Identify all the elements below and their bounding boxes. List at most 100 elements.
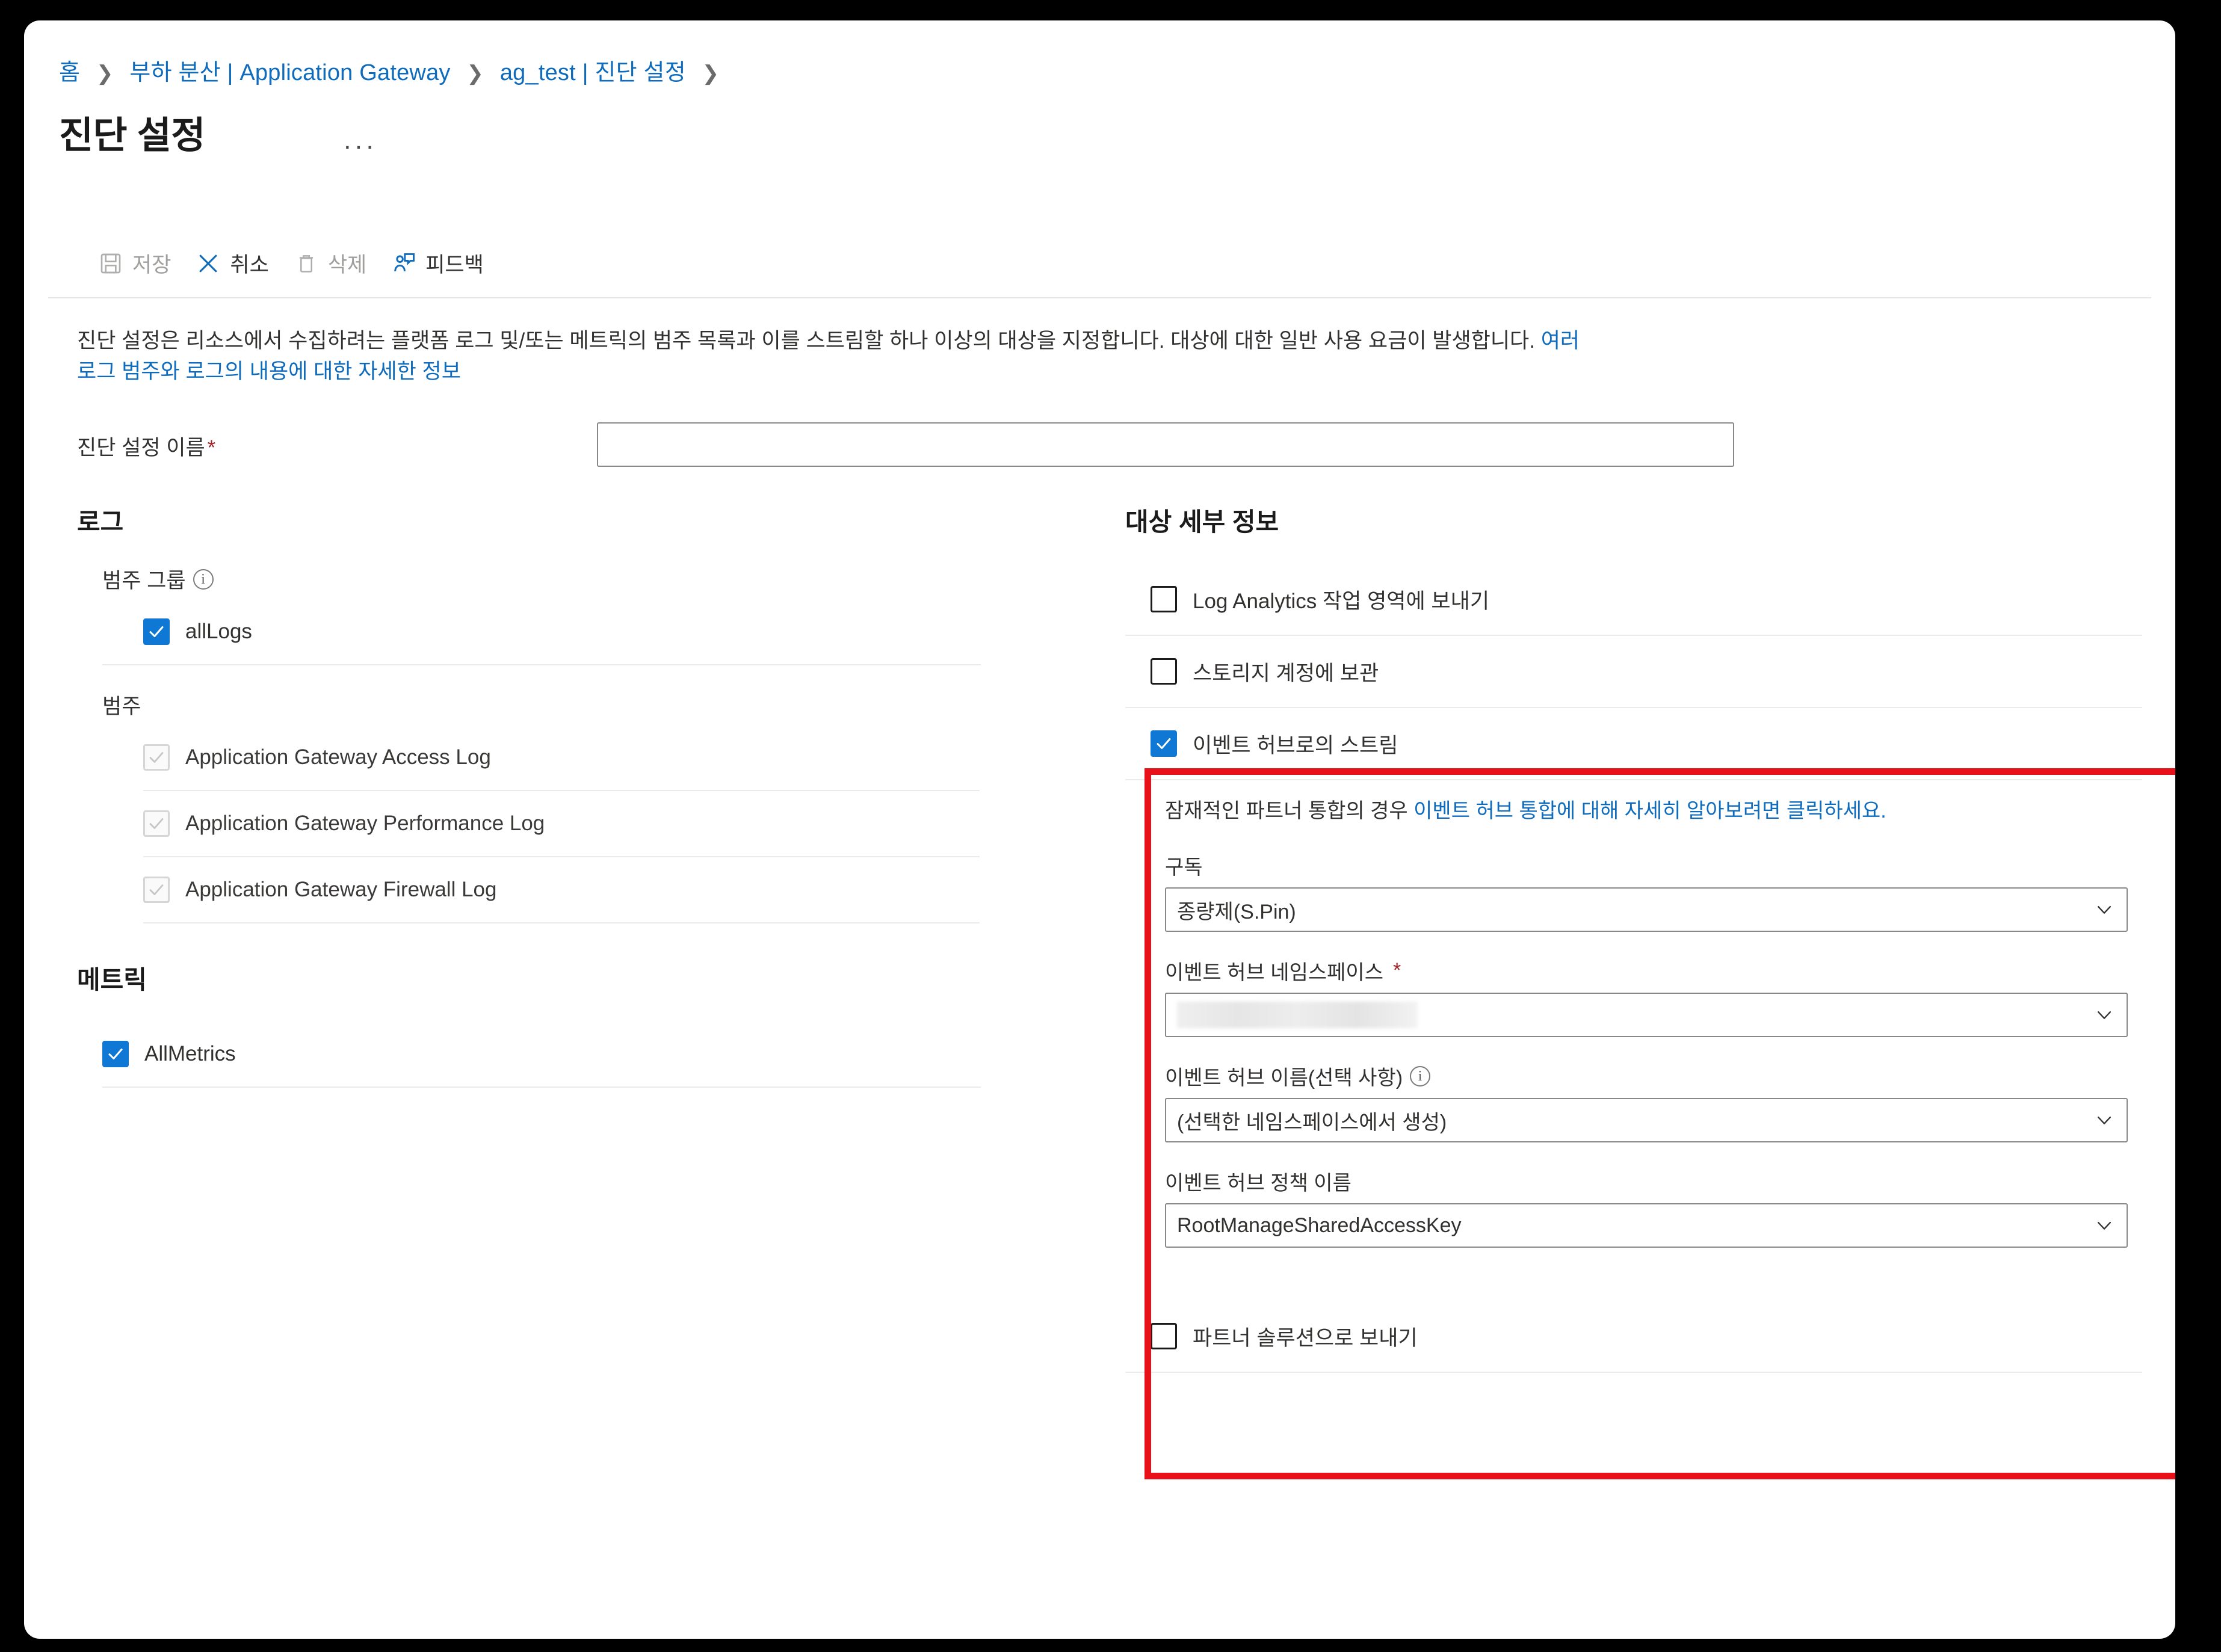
cancel-button[interactable]: 취소 bbox=[189, 243, 286, 283]
event-hub-namespace-dropdown[interactable] bbox=[1165, 993, 2128, 1037]
logs-section-heading: 로그 bbox=[77, 508, 124, 536]
event-hub-name-field: 이벤트 허브 이름(선택 사항) i (선택한 네임스페이스에서 생성) bbox=[1165, 1061, 2128, 1142]
subscription-dropdown[interactable]: 종량제(S.Pin) bbox=[1165, 887, 2128, 932]
subscription-label-text: 구독 bbox=[1165, 856, 1203, 879]
more-options-button[interactable]: ··· bbox=[343, 131, 377, 161]
checkbox-row-storage-account[interactable]: 스토리지 계정에 보관 bbox=[1151, 636, 2160, 707]
metrics-section-heading: 메트릭 bbox=[77, 966, 147, 994]
destination-section-heading: 대상 세부 정보 bbox=[1125, 508, 1279, 536]
event-hub-note: 잠재적인 파트너 통합의 경우 이벤트 허브 통합에 대해 자세히 알아보려면 … bbox=[1165, 796, 2140, 827]
diagnostic-settings-blade: 홈 ❯ 부하 분산 | Application Gateway ❯ ag_tes… bbox=[24, 20, 2175, 1639]
breadcrumb-item-load-balancing[interactable]: 부하 분산 | Application Gateway bbox=[129, 60, 450, 85]
row-divider bbox=[1125, 1372, 2142, 1373]
checkbox-label: allLogs bbox=[185, 620, 252, 643]
event-hub-policy-dropdown[interactable]: RootManageSharedAccessKey bbox=[1165, 1203, 2128, 1248]
hub-name-label-text: 이벤트 허브 이름(선택 사항) bbox=[1165, 1067, 1403, 1090]
checkbox-row-event-hub[interactable]: 이벤트 허브로의 스트림 bbox=[1151, 708, 2160, 779]
policy-label-text: 이벤트 허브 정책 이름 bbox=[1165, 1172, 1351, 1195]
chevron-down-icon bbox=[2097, 1116, 2111, 1124]
checkbox-access-log bbox=[143, 744, 170, 771]
save-label: 저장 bbox=[132, 253, 171, 277]
diagnostic-setting-name-label: 진단 설정 이름 * bbox=[77, 431, 215, 461]
event-hub-policy-field: 이벤트 허브 정책 이름 RootManageSharedAccessKey bbox=[1165, 1167, 2128, 1248]
event-hub-name-dropdown[interactable]: (선택한 네임스페이스에서 생성) bbox=[1165, 1098, 2128, 1142]
event-hub-namespace-field: 이벤트 허브 네임스페이스 * bbox=[1165, 956, 2128, 1037]
breadcrumb: 홈 ❯ 부하 분산 | Application Gateway ❯ ag_tes… bbox=[59, 54, 729, 87]
info-circle-icon[interactable]: i bbox=[1410, 1065, 1431, 1086]
checkbox-alllogs[interactable] bbox=[143, 618, 170, 645]
required-indicator: * bbox=[207, 436, 216, 460]
checkbox-label: 이벤트 허브로의 스트림 bbox=[1193, 733, 1398, 757]
event-hub-namespace-label: 이벤트 허브 네임스페이스 * bbox=[1165, 956, 2128, 985]
event-hub-learn-more-link[interactable]: 이벤트 허브 통합에 대해 자세히 알아보려면 클릭하세요. bbox=[1413, 800, 1886, 822]
category-label: 범주 bbox=[102, 689, 1112, 720]
checkbox-send-to-partner-solution[interactable] bbox=[1151, 1323, 1177, 1349]
command-bar-divider bbox=[48, 297, 2151, 298]
row-divider bbox=[102, 1086, 981, 1088]
chevron-down-icon bbox=[2097, 905, 2111, 914]
category-label-text: 범주 bbox=[102, 695, 141, 718]
checkbox-performance-log bbox=[143, 810, 170, 837]
checkbox-label: Application Gateway Access Log bbox=[185, 745, 491, 769]
checkbox-firewall-log bbox=[143, 877, 170, 903]
checkbox-label: Log Analytics 작업 영역에 보내기 bbox=[1193, 589, 1490, 613]
checkbox-label: 파트너 솔루션으로 보내기 bbox=[1193, 1326, 1418, 1350]
subscription-field: 구독 종량제(S.Pin) bbox=[1165, 851, 2128, 932]
subscription-label: 구독 bbox=[1165, 851, 2128, 880]
save-button[interactable]: 저장 bbox=[91, 243, 189, 283]
event-hub-policy-value: RootManageSharedAccessKey bbox=[1177, 1213, 1462, 1237]
delete-label: 삭제 bbox=[327, 253, 367, 277]
checkbox-row-allmetrics[interactable]: AllMetrics bbox=[102, 1022, 1112, 1086]
diagnostic-setting-name-input[interactable] bbox=[597, 422, 1734, 467]
logs-column: 로그 범주 그룹 i allLogs 범주 Application Gatewa… bbox=[77, 502, 1112, 1088]
breadcrumb-item-ag-test[interactable]: ag_test | 진단 설정 bbox=[500, 60, 686, 85]
checkbox-row-access-log[interactable]: Application Gateway Access Log bbox=[143, 725, 1112, 790]
event-hub-block: 이벤트 허브로의 스트림 잠재적인 파트너 통합의 경우 이벤트 허브 통합에 … bbox=[1125, 708, 2160, 1248]
namespace-label-text: 이벤트 허브 네임스페이스 bbox=[1165, 961, 1383, 984]
save-icon bbox=[97, 250, 124, 277]
event-hub-name-value: (선택한 네임스페이스에서 생성) bbox=[1177, 1111, 1447, 1134]
breadcrumb-item-home[interactable]: 홈 bbox=[59, 60, 80, 85]
checkbox-row-performance-log[interactable]: Application Gateway Performance Log bbox=[143, 791, 1112, 856]
event-hub-namespace-value-redacted bbox=[1177, 1002, 1418, 1028]
close-x-icon bbox=[195, 250, 221, 277]
feedback-button[interactable]: 피드백 bbox=[385, 243, 502, 283]
blade-description: 진단 설정은 리소스에서 수집하려는 플랫폼 로그 및/또는 메트릭의 범주 목… bbox=[77, 326, 1581, 387]
chevron-down-icon bbox=[2097, 1011, 2111, 1019]
subscription-value: 종량제(S.Pin) bbox=[1177, 900, 1296, 923]
checkbox-row-partner-solution[interactable]: 파트너 솔루션으로 보내기 bbox=[1151, 1301, 2160, 1372]
event-hub-note-text: 잠재적인 파트너 통합의 경우 bbox=[1165, 800, 1414, 822]
page-title: 진단 설정 bbox=[59, 115, 205, 156]
breadcrumb-separator: ❯ bbox=[466, 62, 484, 85]
delete-button[interactable]: 삭제 bbox=[287, 243, 385, 283]
checkbox-label: Application Gateway Performance Log bbox=[185, 812, 545, 835]
category-group-label: 범주 그룹 i bbox=[102, 564, 1112, 594]
feedback-person-icon bbox=[391, 250, 417, 277]
checkbox-label: AllMetrics bbox=[144, 1042, 236, 1065]
chevron-down-icon bbox=[2097, 1221, 2111, 1230]
command-bar: 저장 취소 삭제 피드백 bbox=[91, 243, 502, 283]
breadcrumb-separator: ❯ bbox=[702, 62, 720, 85]
required-indicator: * bbox=[1392, 959, 1401, 982]
trash-icon bbox=[293, 250, 320, 277]
checkbox-row-alllogs[interactable]: allLogs bbox=[143, 599, 1112, 664]
event-hub-policy-label: 이벤트 허브 정책 이름 bbox=[1165, 1167, 2128, 1196]
category-group-label-text: 범주 그룹 bbox=[102, 569, 186, 593]
description-text: 진단 설정은 리소스에서 수집하려는 플랫폼 로그 및/또는 메트릭의 범주 목… bbox=[77, 329, 1541, 353]
checkbox-row-log-analytics[interactable]: Log Analytics 작업 영역에 보내기 bbox=[1151, 564, 2160, 635]
name-label-text: 진단 설정 이름 bbox=[77, 436, 205, 460]
breadcrumb-separator: ❯ bbox=[96, 62, 114, 85]
cancel-label: 취소 bbox=[230, 253, 269, 277]
checkbox-stream-to-event-hub[interactable] bbox=[1151, 730, 1177, 757]
checkbox-send-to-log-analytics[interactable] bbox=[1151, 586, 1177, 612]
checkbox-archive-to-storage[interactable] bbox=[1151, 658, 1177, 685]
checkbox-row-firewall-log[interactable]: Application Gateway Firewall Log bbox=[143, 857, 1112, 922]
info-circle-icon[interactable]: i bbox=[193, 569, 214, 590]
event-hub-name-label: 이벤트 허브 이름(선택 사항) i bbox=[1165, 1061, 2128, 1091]
feedback-label: 피드백 bbox=[425, 253, 484, 277]
checkbox-allmetrics[interactable] bbox=[102, 1041, 129, 1067]
checkbox-label: Application Gateway Firewall Log bbox=[185, 878, 497, 901]
checkbox-label: 스토리지 계정에 보관 bbox=[1193, 661, 1379, 685]
row-divider bbox=[1125, 779, 2142, 780]
destination-column: 대상 세부 정보 Log Analytics 작업 영역에 보내기 스토리지 계… bbox=[1125, 502, 2160, 1373]
